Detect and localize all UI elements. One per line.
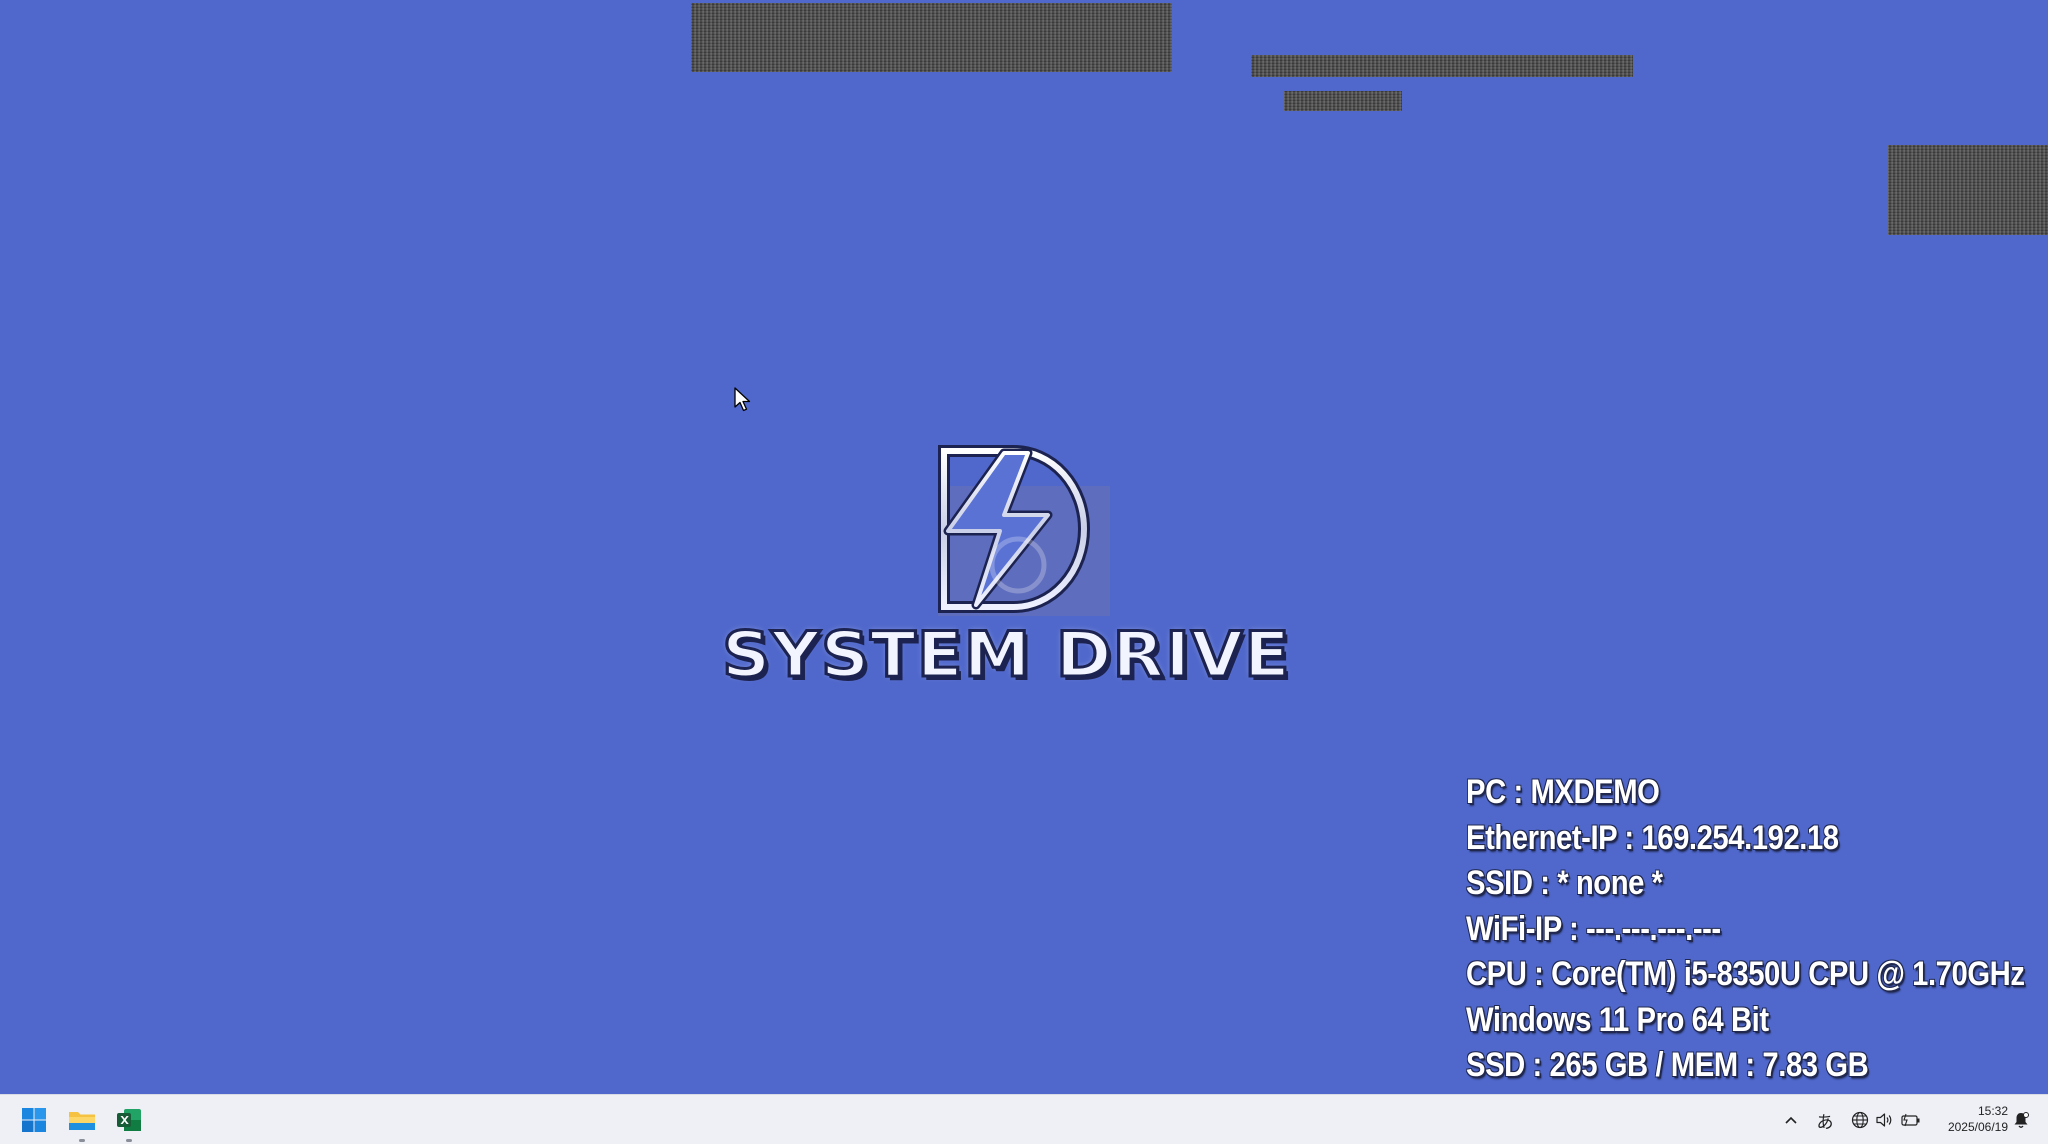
system-info-os: Windows 11 Pro 64 Bit [1466,1000,1769,1039]
logo-text: SYSTEM DRIVE [720,617,1291,693]
taskbar-file-explorer[interactable] [64,1102,100,1142]
system-info-wifi-ip: WiFi-IP : ---.---.---.--- [1466,909,1721,948]
battery-icon [1901,1113,1920,1127]
globe-icon [1851,1111,1869,1129]
redacted-block [1284,91,1402,111]
ime-label: あ [1816,1112,1834,1133]
network-button[interactable] [1849,1109,1871,1131]
volume-button[interactable] [1874,1109,1896,1131]
notification-center-button[interactable] [2010,1109,2032,1131]
desktop[interactable]: SYSTEM DRIVE PC : MXDEMO Ethernet-IP : 1… [0,0,2048,1094]
ime-indicator[interactable]: あ [1814,1109,1836,1133]
system-info-ethernet-ip: Ethernet-IP : 169.254.192.18 [1466,818,1839,857]
excel-icon [117,1109,141,1131]
clock-date: 2025/06/19 [1947,1120,2008,1134]
windows-start-icon [22,1108,46,1132]
speaker-icon [1876,1113,1892,1127]
system-info-ssid: SSID : * none * [1466,864,1663,902]
folder-icon [69,1112,95,1130]
taskbar: あ 15:32 2025/06/19 [0,1094,2048,1144]
taskbar-excel[interactable] [111,1102,147,1142]
redacted-block [1888,145,2048,235]
battery-button[interactable] [1899,1109,1923,1131]
start-button[interactable] [16,1102,52,1138]
redacted-block [1251,55,1633,77]
redacted-block [691,3,1172,72]
running-indicator [126,1139,132,1142]
system-info-panel: PC : MXDEMO Ethernet-IP : 169.254.192.18… [1466,770,2046,1089]
taskbar-clock[interactable]: 15:32 2025/06/19 [1928,1103,2008,1135]
system-info-pc: PC : MXDEMO [1466,773,1660,811]
lightning-d-logo-icon [938,445,1090,613]
running-indicator [79,1139,85,1142]
chevron-up-icon [1785,1116,1797,1124]
notification-bell-icon [2014,1112,2029,1128]
clock-time: 15:32 [1977,1104,2008,1118]
system-info-storage-memory: SSD : 265 GB / MEM : 7.83 GB [1466,1046,1869,1084]
mouse-pointer-icon [734,387,751,412]
show-hidden-icons-button[interactable] [1782,1109,1800,1131]
system-info-cpu: CPU : Core(TM) i5-8350U CPU @ 1.70GHz [1466,955,2025,993]
